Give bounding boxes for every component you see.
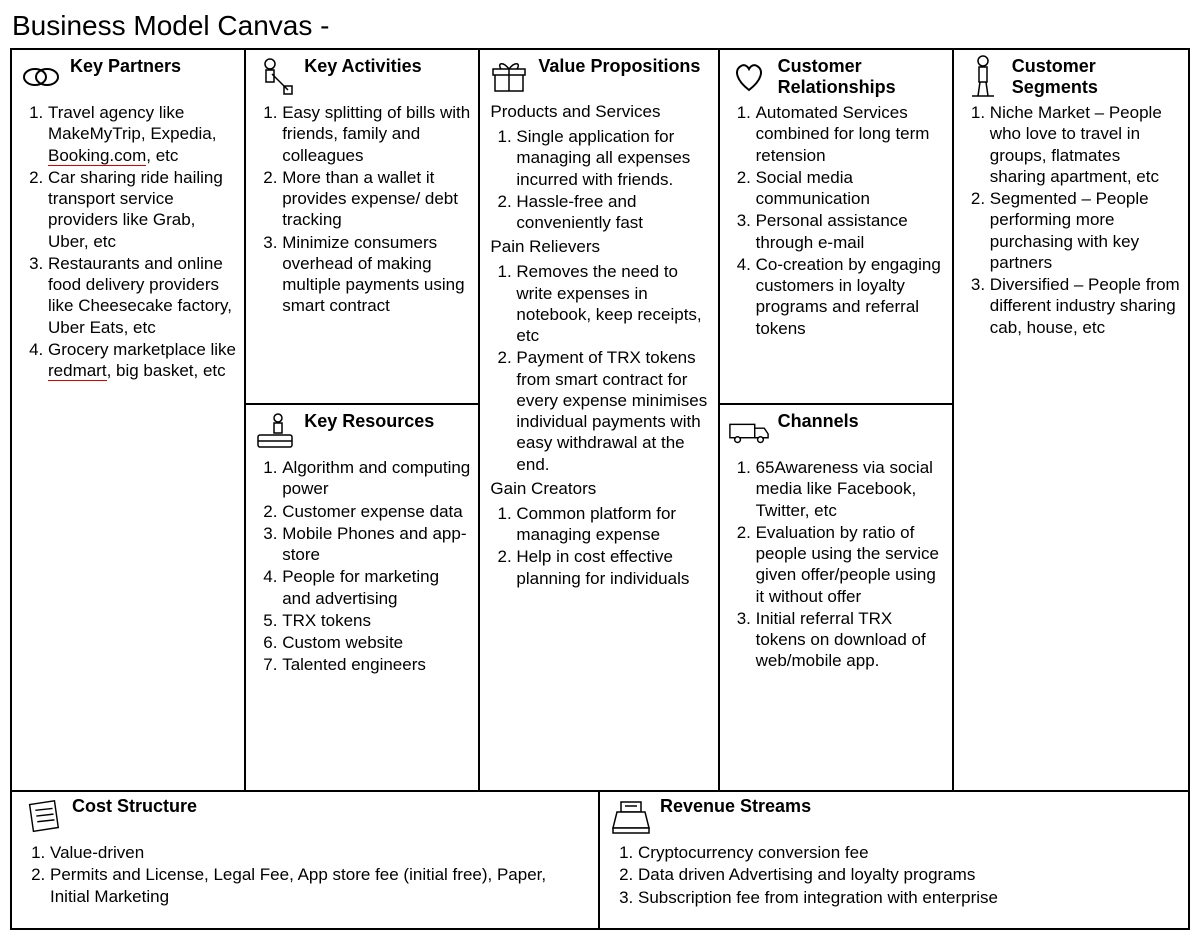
list-item: Restaurants and online food delivery pro… xyxy=(48,253,236,338)
cost-title: Cost Structure xyxy=(72,796,197,817)
list-item: Common platform for managing expense xyxy=(516,503,709,546)
list-item: Evaluation by ratio of people using the … xyxy=(756,522,944,607)
list-item: More than a wallet it provides expense/ … xyxy=(282,167,470,231)
list-item: Subscription fee from integration with e… xyxy=(638,887,1178,908)
bottom-row: Cost Structure Value-driven Permits and … xyxy=(12,790,1188,928)
segments-title: Customer Segments xyxy=(1012,56,1180,97)
relationships-title: Customer Relationships xyxy=(778,56,944,97)
list-item: Easy splitting of bills with friends, fa… xyxy=(282,102,470,166)
resources-person-icon xyxy=(254,411,296,453)
list-item: Initial referral TRX tokens on download … xyxy=(756,608,944,672)
col-segments: Customer Segments Niche Market – People … xyxy=(954,50,1188,790)
list-item: Single application for managing all expe… xyxy=(516,126,709,190)
top-row: Key Partners Travel agency like MakeMyTr… xyxy=(12,50,1188,790)
list-item: Social media communication xyxy=(756,167,944,210)
value-sub-pain: Pain Relievers xyxy=(490,237,709,257)
value-list-gain: Common platform for managing expense Hel… xyxy=(488,503,709,589)
list-item: Cryptocurrency conversion fee xyxy=(638,842,1178,863)
header-revenue: Revenue Streams xyxy=(610,796,1178,838)
list-item: People for marketing and advertising xyxy=(282,566,470,609)
list-item: Co-creation by engaging customers in loy… xyxy=(756,254,944,339)
gift-icon xyxy=(488,56,530,98)
bmc-canvas: Key Partners Travel agency like MakeMyTr… xyxy=(10,48,1190,930)
list-item: TRX tokens xyxy=(282,610,470,631)
list-item: Removes the need to write expenses in no… xyxy=(516,261,709,346)
partners-list: Travel agency like MakeMyTrip, Expedia, … xyxy=(20,102,236,381)
list-item: Customer expense data xyxy=(282,501,470,522)
person-standing-icon xyxy=(962,56,1004,98)
list-item: Talented engineers xyxy=(282,654,470,675)
list-item: Segmented – People performing more purch… xyxy=(990,188,1180,273)
header-resources: Key Resources xyxy=(254,411,470,453)
cash-register-icon xyxy=(610,796,652,838)
list-item: Mobile Phones and app-store xyxy=(282,523,470,566)
list-item: Minimize consumers overhead of making mu… xyxy=(282,232,470,317)
resources-title: Key Resources xyxy=(304,411,434,432)
truck-icon xyxy=(728,411,770,453)
col-activities-resources: Key Activities Easy splitting of bills w… xyxy=(246,50,480,790)
link-rings-icon xyxy=(20,56,62,98)
list-item: Diversified – People from different indu… xyxy=(990,274,1180,338)
header-channels: Channels xyxy=(728,411,944,453)
list-item: Automated Services combined for long ter… xyxy=(756,102,944,166)
list-item: Personal assistance through e-mail xyxy=(756,210,944,253)
cell-revenue: Revenue Streams Cryptocurrency conversio… xyxy=(600,792,1188,928)
value-title: Value Propositions xyxy=(538,56,700,77)
header-activities: Key Activities xyxy=(254,56,470,98)
list-item: Algorithm and computing power xyxy=(282,457,470,500)
list-item: Data driven Advertising and loyalty prog… xyxy=(638,864,1178,885)
segments-list: Niche Market – People who love to travel… xyxy=(962,102,1180,338)
relationships-list: Automated Services combined for long ter… xyxy=(728,102,944,339)
list-item: Car sharing ride hailing transport servi… xyxy=(48,167,236,252)
header-segments: Customer Segments xyxy=(962,56,1180,98)
page-title: Business Model Canvas - xyxy=(12,10,1190,42)
list-item: Help in cost effective planning for indi… xyxy=(516,546,709,589)
list-item: 65Awareness via social media like Facebo… xyxy=(756,457,944,521)
revenue-title: Revenue Streams xyxy=(660,796,811,817)
cell-relationships: Customer Relationships Automated Service… xyxy=(720,50,952,405)
header-partners: Key Partners xyxy=(20,56,236,98)
cell-channels: Channels 65Awareness via social media li… xyxy=(720,405,952,790)
resources-list: Algorithm and computing power Customer e… xyxy=(254,457,470,676)
list-item: Travel agency like MakeMyTrip, Expedia, … xyxy=(48,102,236,166)
cell-activities: Key Activities Easy splitting of bills w… xyxy=(246,50,478,405)
list-item: Custom website xyxy=(282,632,470,653)
cell-value: Value Propositions Products and Services… xyxy=(480,50,717,790)
worker-icon xyxy=(254,56,296,98)
cell-resources: Key Resources Algorithm and computing po… xyxy=(246,405,478,790)
value-list-pain: Removes the need to write expenses in no… xyxy=(488,261,709,475)
list-item: Grocery marketplace like redmart, big ba… xyxy=(48,339,236,382)
value-list-products: Single application for managing all expe… xyxy=(488,126,709,233)
list-item: Permits and License, Legal Fee, App stor… xyxy=(50,864,588,907)
partners-title: Key Partners xyxy=(70,56,181,77)
cost-list: Value-driven Permits and License, Legal … xyxy=(22,842,588,907)
list-item: Value-driven xyxy=(50,842,588,863)
col-partners: Key Partners Travel agency like MakeMyTr… xyxy=(12,50,246,790)
header-cost: Cost Structure xyxy=(22,796,588,838)
list-item: Niche Market – People who love to travel… xyxy=(990,102,1180,187)
cell-segments: Customer Segments Niche Market – People … xyxy=(954,50,1188,790)
col-value: Value Propositions Products and Services… xyxy=(480,50,719,790)
document-icon xyxy=(22,796,64,838)
cell-partners: Key Partners Travel agency like MakeMyTr… xyxy=(12,50,244,790)
channels-list: 65Awareness via social media like Facebo… xyxy=(728,457,944,672)
channels-title: Channels xyxy=(778,411,859,432)
value-sub-gain: Gain Creators xyxy=(490,479,709,499)
col-relationships-channels: Customer Relationships Automated Service… xyxy=(720,50,954,790)
list-item: Payment of TRX tokens from smart contrac… xyxy=(516,347,709,475)
revenue-list: Cryptocurrency conversion fee Data drive… xyxy=(610,842,1178,908)
header-value: Value Propositions xyxy=(488,56,709,98)
heart-icon xyxy=(728,56,770,98)
cell-cost: Cost Structure Value-driven Permits and … xyxy=(12,792,600,928)
header-relationships: Customer Relationships xyxy=(728,56,944,98)
value-sub-products: Products and Services xyxy=(490,102,709,122)
activities-title: Key Activities xyxy=(304,56,421,77)
activities-list: Easy splitting of bills with friends, fa… xyxy=(254,102,470,317)
list-item: Hassle-free and conveniently fast xyxy=(516,191,709,234)
